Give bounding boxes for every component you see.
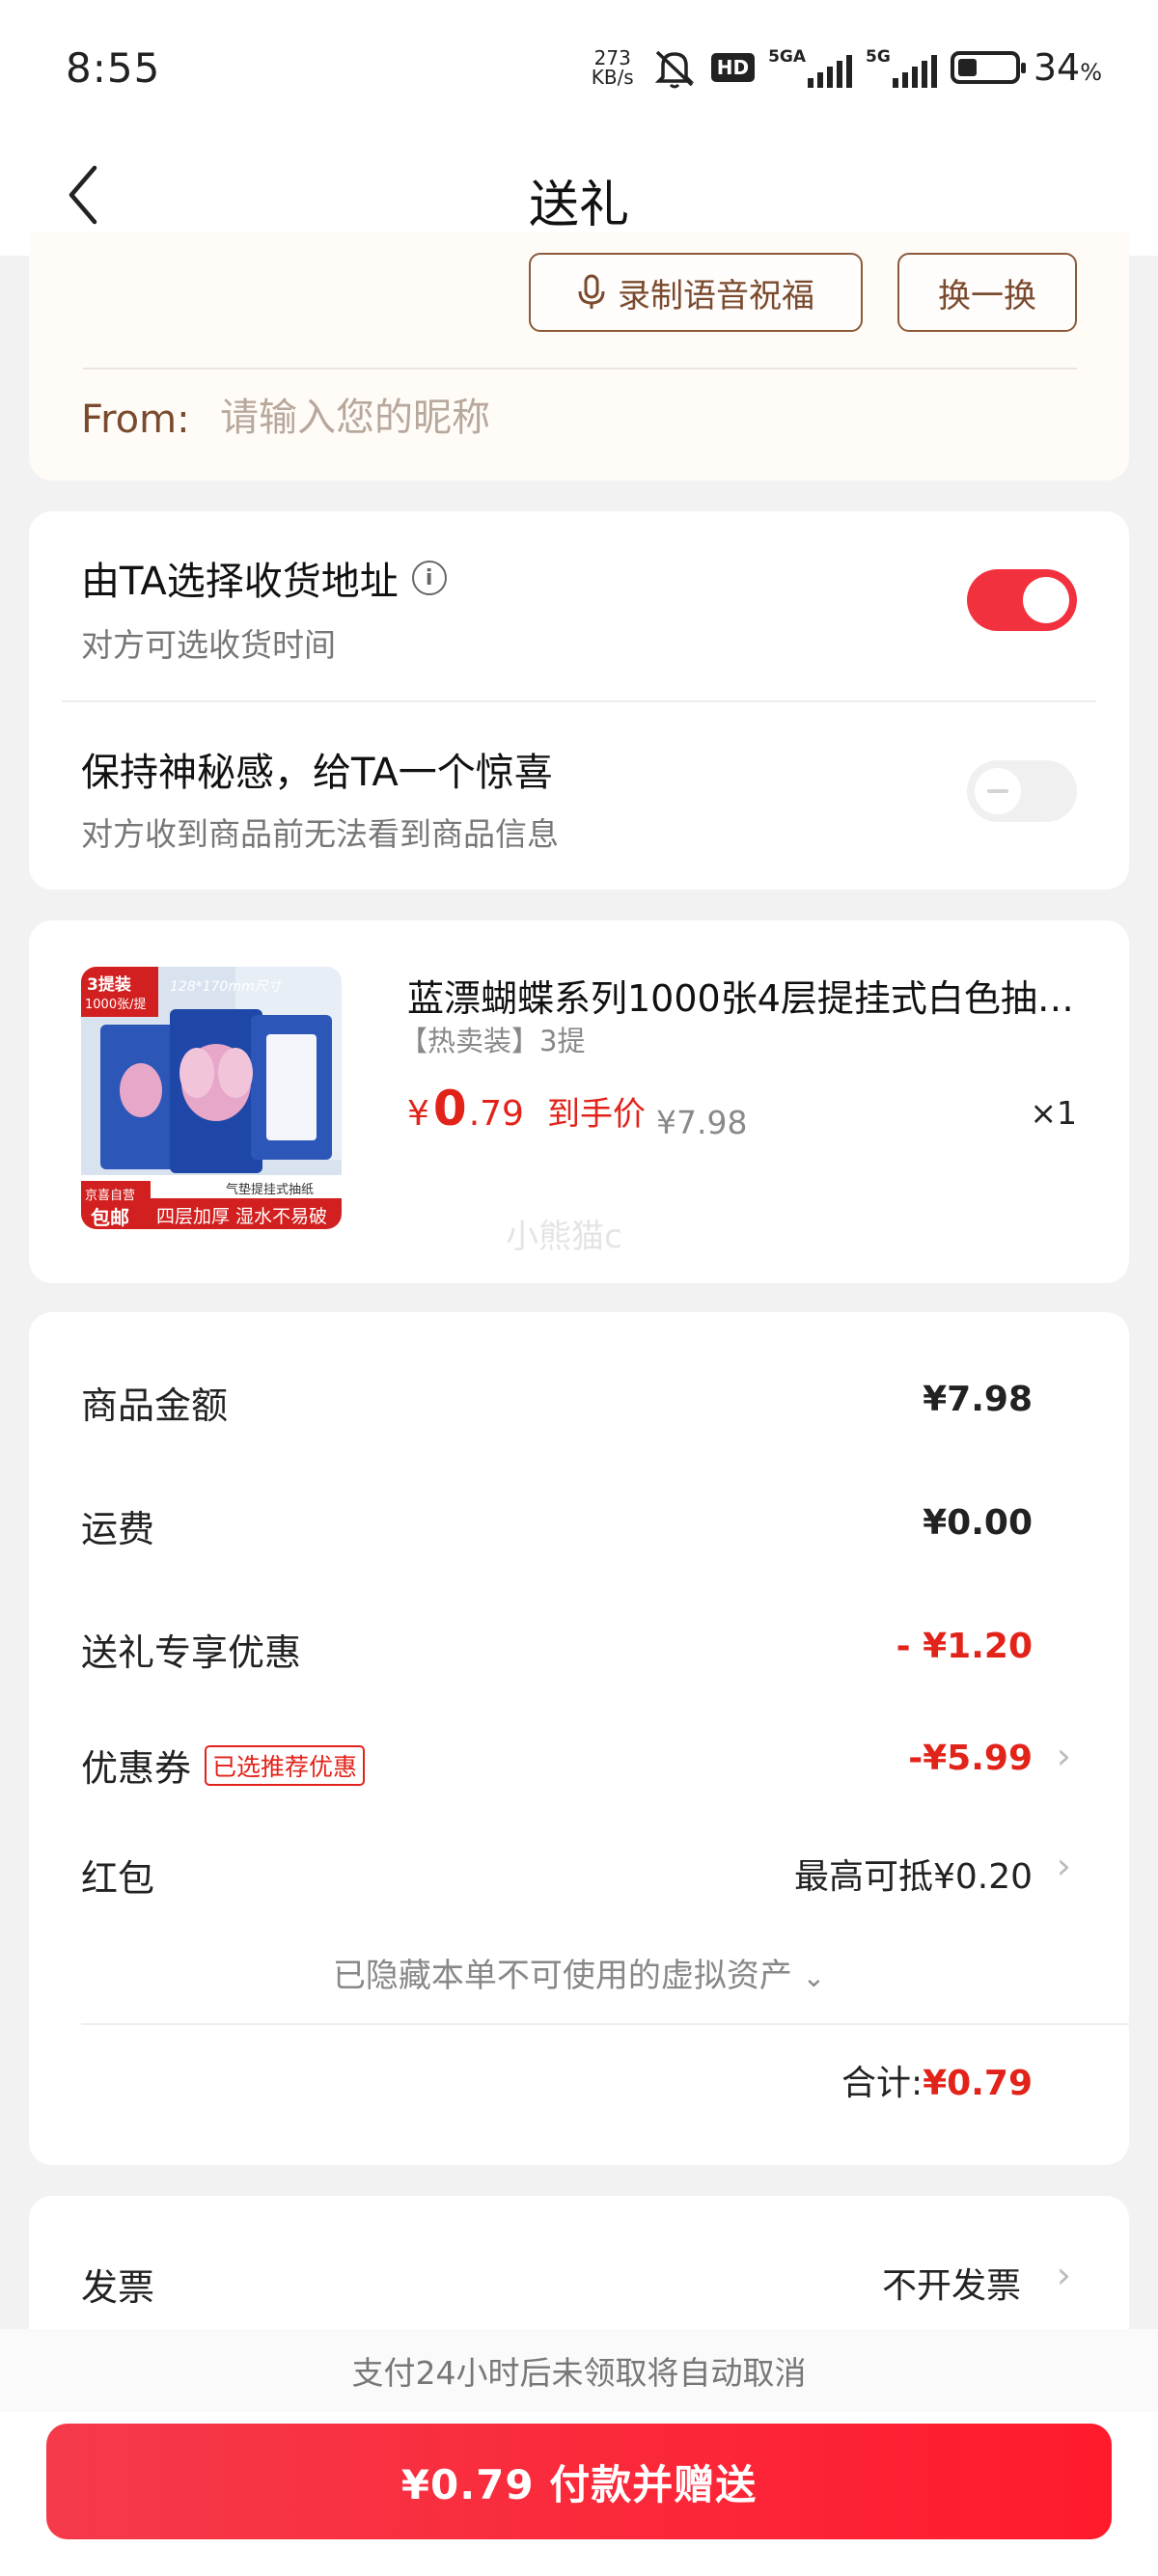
product-quantity: ×1 [1030,1094,1077,1132]
watermark: 小熊猫c [506,1218,622,1256]
nickname-input[interactable] [220,396,896,440]
amount-summary-card: 商品金额 ¥7.98 运费 ¥0.00 送礼专享优惠 - ¥1.20 优惠券 已… [29,1312,1129,2165]
auto-cancel-notice: 支付24小时后未领取将自动取消 [0,2329,1158,2412]
image-corner-bottom: 包邮 [91,1206,129,1229]
status-bar: 8:55 273 KB/s HD 5GA 5G 34% [0,0,1158,135]
shipping-value: ¥0.00 [923,1503,1033,1543]
pay-and-gift-button[interactable]: ¥0.79 付款并赠送 [46,2424,1112,2539]
total-amount: 合计:¥0.79 [841,2064,1033,2103]
status-time: 8:55 [66,44,161,92]
mystery-option-subtitle: 对方收到商品前无法看到商品信息 [81,815,559,853]
product-card: 3提装 1000张/提 128*170mm尺寸 京喜自营 包邮 气垫提挂式抽纸 … [29,920,1129,1283]
page-title: 送礼 [528,177,629,234]
status-icons: 273 KB/s HD 5GA 5G 34% [588,46,1102,89]
image-badge: 3提装 [87,975,131,995]
mystery-option-title: 保持神秘感，给TA一个惊喜 [81,751,553,795]
hidden-assets-toggle[interactable]: 已隐藏本单不可使用的虚拟资产 ⌄ [29,1949,1129,1996]
image-footer: 四层加厚 湿水不易破 [156,1206,328,1227]
microphone-icon [578,274,605,309]
goods-amount-label: 商品金额 [81,1384,229,1427]
total-value: ¥0.79 [923,2064,1033,2103]
mystery-toggle[interactable] [967,760,1077,822]
image-corner-top: 京喜自营 [85,1189,136,1203]
battery-icon [950,51,1026,84]
divider [83,368,1077,370]
toggle-knob [1023,577,1069,623]
swap-label: 换一换 [938,276,1036,315]
address-option-title: 由TA选择收货地址 i [81,550,447,606]
invoice-label: 发票 [81,2266,155,2309]
swap-message-button[interactable]: 换一换 [897,253,1077,332]
address-toggle[interactable] [967,569,1077,631]
divider [81,2023,1129,2025]
image-size-text: 128*170mm尺寸 [170,979,282,995]
price-tag: 到手价 [546,1095,646,1134]
gift-discount-value: - ¥1.20 [896,1627,1033,1666]
gift-options-card: 由TA选择收货地址 i 对方可选收货时间 保持神秘感，给TA一个惊喜 对方收到商… [29,511,1129,890]
battery-percent: 34% [1033,46,1102,89]
shipping-label: 运费 [81,1508,155,1550]
chevron-right-icon[interactable]: › [1057,1845,1071,1887]
product-spec: 【热卖装】3提 [400,1025,586,1057]
divider [62,700,1096,702]
invoice-value: 不开发票 [881,2266,1021,2306]
redpacket-label: 红包 [81,1857,155,1900]
signal-5ga: 5GA [768,47,853,88]
bottom-bar: 支付24小时后未领取将自动取消 ¥0.79 付款并赠送 [0,2329,1158,2576]
image-footer-top: 气垫提挂式抽纸 [226,1183,315,1197]
chevron-right-icon: › [1056,2254,1071,2296]
record-voice-label: 录制语音祝福 [618,276,814,315]
recommended-coupon-tag: 已选推荐优惠 [205,1744,366,1786]
address-option-subtitle: 对方可选收货时间 [81,626,336,664]
network-speed: 273 KB/s [591,46,634,89]
from-label: From: [81,397,190,442]
product-image[interactable]: 3提装 1000张/提 128*170mm尺寸 京喜自营 包邮 气垫提挂式抽纸 … [81,967,342,1229]
invoice-card[interactable]: 发票 不开发票 › [29,2196,1129,2350]
info-icon[interactable]: i [411,561,447,595]
coupon-label: 优惠券 [81,1747,192,1790]
gift-discount-label: 送礼专享优惠 [81,1631,302,1674]
coupon-row[interactable]: 优惠券 已选推荐优惠 [81,1739,366,1792]
chevron-right-icon[interactable]: › [1057,1735,1071,1777]
product-price: ¥ 0 .79 到手价 [407,1081,646,1137]
signal-5g: 5G [866,47,937,88]
signal-bars-icon [808,55,853,88]
product-name[interactable]: 蓝漂蝴蝶系列1000张4层提挂式白色抽… [407,969,1083,1022]
gift-message-card: 录制语音祝福 换一换 From: [29,232,1129,480]
toggle-knob [975,768,1021,814]
image-badge-sub: 1000张/提 [85,998,147,1012]
signal-bars-icon [892,55,937,88]
goods-amount-value: ¥7.98 [923,1380,1033,1419]
redpacket-value[interactable]: 最高可抵¥0.20 [794,1849,1033,1899]
coupon-value[interactable]: -¥5.99 [908,1739,1033,1778]
original-price: ¥7.98 [656,1104,748,1141]
muted-bell-icon [651,46,698,89]
hd-badge: HD [710,53,756,82]
record-voice-button[interactable]: 录制语音祝福 [529,253,863,332]
chevron-down-icon: ⌄ [802,1961,826,1993]
